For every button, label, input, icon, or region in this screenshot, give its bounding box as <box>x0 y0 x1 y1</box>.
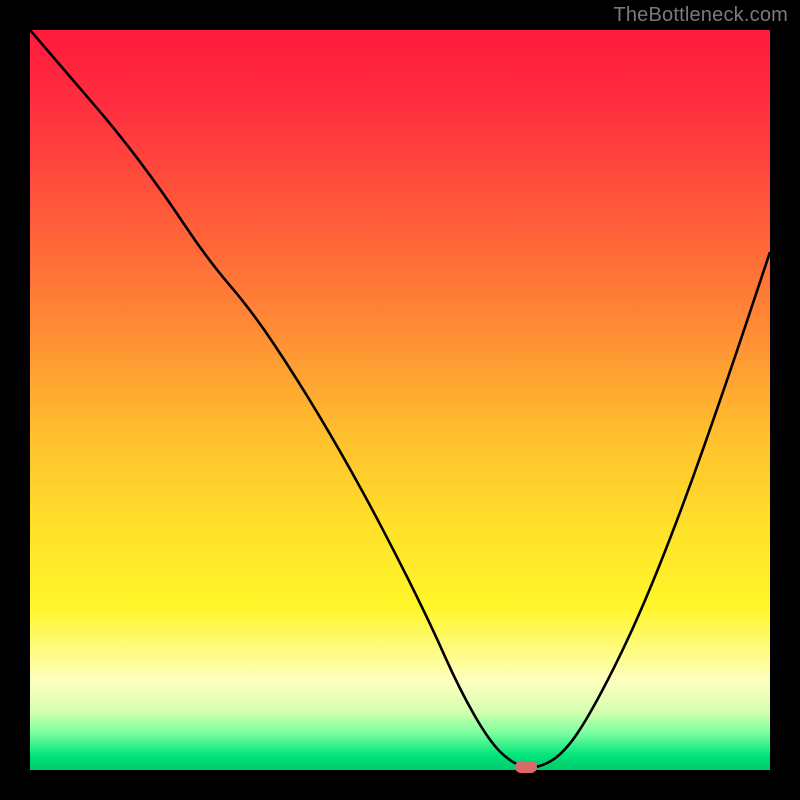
curve-svg <box>30 30 770 770</box>
bottleneck-curve-path <box>30 30 770 768</box>
plot-area <box>30 30 770 770</box>
optimal-marker <box>515 761 537 773</box>
watermark-text: TheBottleneck.com <box>613 4 788 27</box>
chart-frame: TheBottleneck.com <box>0 0 800 800</box>
